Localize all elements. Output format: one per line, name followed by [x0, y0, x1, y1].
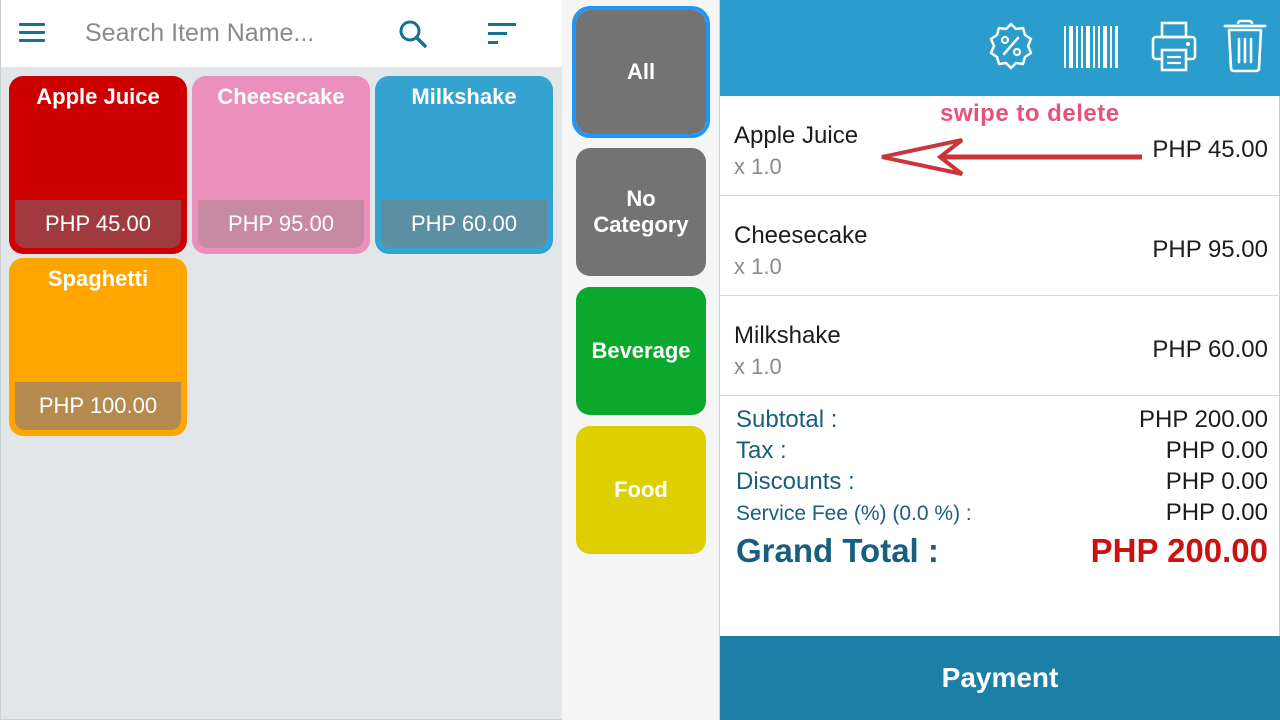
printer-icon[interactable]: [1150, 20, 1198, 79]
order-line-price: PHP 60.00: [1152, 336, 1268, 363]
order-line[interactable]: swipe to delete Apple Juice x 1.0 PHP 45…: [720, 96, 1280, 196]
order-totals: Subtotal : PHP 200.00 Tax : PHP 0.00 Dis…: [720, 406, 1280, 578]
category-all[interactable]: All: [572, 6, 710, 138]
order-line-qty: x 1.0: [734, 354, 782, 379]
item-tile-milkshake[interactable]: Milkshake PHP 60.00: [375, 76, 553, 254]
swipe-hint-text: swipe to delete: [940, 100, 1120, 127]
service-fee-row: Service Fee (%) (0.0 %) : PHP 0.00: [720, 499, 1280, 530]
category-label: No Category: [593, 186, 689, 237]
order-line-name: Cheesecake: [734, 222, 868, 249]
category-column: All No Category Beverage Food: [562, 0, 720, 720]
sort-filter-icon[interactable]: [485, 18, 519, 50]
item-tile-name: Apple Juice: [36, 84, 160, 109]
order-toolbar: [720, 0, 1280, 96]
grand-total-label: Grand Total :: [736, 532, 939, 569]
order-line-price: PHP 45.00: [1152, 136, 1268, 163]
subtotal-row: Subtotal : PHP 200.00: [720, 406, 1280, 437]
item-tile-price: PHP 45.00: [15, 200, 181, 248]
order-line-name: Apple Juice: [734, 122, 859, 149]
item-tile-name: Cheesecake: [217, 84, 345, 109]
item-tile-name: Spaghetti: [47, 266, 149, 291]
subtotal-label: Subtotal :: [736, 406, 838, 433]
search-input[interactable]: [85, 14, 375, 52]
item-tile-price: PHP 60.00: [381, 200, 547, 248]
trash-icon[interactable]: [1222, 18, 1268, 79]
grand-total-row: Grand Total : PHP 200.00: [720, 532, 1280, 578]
item-tile-spaghetti[interactable]: Spaghetti PHP 100.00: [9, 258, 187, 436]
swipe-left-arrow-icon: [880, 136, 1146, 183]
discounts-row: Discounts : PHP 0.00: [720, 468, 1280, 499]
service-fee-label: Service Fee (%) (0.0 %) :: [736, 502, 972, 525]
subtotal-value: PHP 200.00: [1139, 406, 1268, 433]
menu-icon[interactable]: [17, 20, 47, 46]
category-beverage[interactable]: Beverage: [576, 287, 706, 415]
service-fee-value: PHP 0.00: [1165, 499, 1268, 526]
order-panel: swipe to delete Apple Juice x 1.0 PHP 45…: [720, 0, 1280, 720]
payment-button[interactable]: Payment: [720, 636, 1280, 720]
discounts-label: Discounts :: [736, 468, 855, 495]
barcode-icon[interactable]: [1062, 24, 1120, 75]
order-line[interactable]: Cheesecake x 1.0 PHP 95.00: [720, 196, 1280, 296]
grand-total-value: PHP 200.00: [1090, 532, 1268, 569]
item-tile-apple-juice[interactable]: Apple Juice PHP 45.00: [9, 76, 187, 254]
item-tile-price: PHP 95.00: [198, 200, 364, 248]
item-tile-price: PHP 100.00: [15, 382, 181, 430]
search-icon[interactable]: [395, 16, 431, 52]
order-line-price: PHP 95.00: [1152, 236, 1268, 263]
discount-icon[interactable]: [984, 20, 1038, 79]
order-line-qty: x 1.0: [734, 154, 782, 179]
category-label: All: [626, 59, 656, 84]
item-tile-name: Milkshake: [411, 84, 517, 109]
category-label: Food: [614, 477, 668, 502]
order-line-qty: x 1.0: [734, 254, 782, 279]
tax-value: PHP 0.00: [1165, 437, 1268, 464]
category-food[interactable]: Food: [576, 426, 706, 554]
search-bar: [1, 0, 563, 67]
item-grid-panel: Apple Juice PHP 45.00 Cheesecake PHP 95.…: [0, 0, 563, 720]
order-line[interactable]: Milkshake x 1.0 PHP 60.00: [720, 296, 1280, 396]
discounts-value: PHP 0.00: [1165, 468, 1268, 495]
category-label: Beverage: [591, 338, 691, 363]
category-no-category[interactable]: No Category: [576, 148, 706, 276]
order-line-list: swipe to delete Apple Juice x 1.0 PHP 45…: [720, 96, 1280, 396]
tax-label: Tax :: [736, 437, 787, 464]
item-tile-cheesecake[interactable]: Cheesecake PHP 95.00: [192, 76, 370, 254]
order-line-name: Milkshake: [734, 322, 841, 349]
tax-row: Tax : PHP 0.00: [720, 437, 1280, 468]
